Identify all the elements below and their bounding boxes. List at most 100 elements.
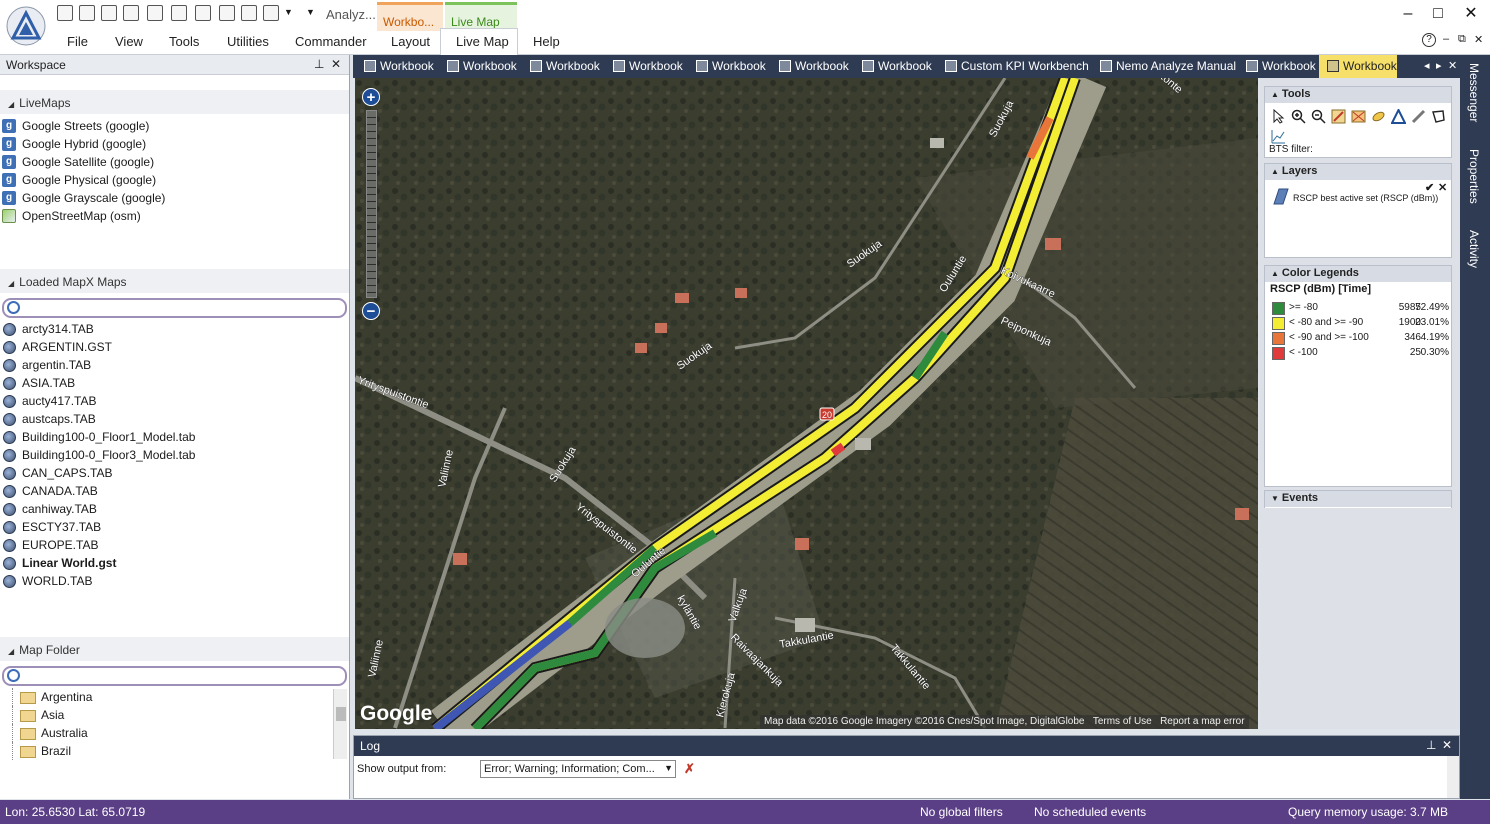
menu-help[interactable]: Help (533, 34, 560, 49)
close-icon[interactable]: ✕ (331, 57, 341, 71)
collapse-triangle-icon[interactable]: ▲ (1271, 269, 1279, 278)
help-icon[interactable]: ? (1422, 33, 1436, 47)
legend-header[interactable]: ▲ Color Legends (1265, 266, 1451, 282)
livemap-item[interactable]: g Google Physical (google) (0, 171, 348, 189)
mapx-item[interactable]: argentin.TAB (0, 356, 348, 374)
layers-header[interactable]: ▲ Layers (1265, 164, 1451, 180)
folder-scrollbar[interactable] (333, 689, 347, 759)
tab-workbook[interactable]: Workbook (1238, 55, 1316, 78)
tab-prev-icon[interactable]: ◂ (1424, 59, 1430, 72)
open-icon[interactable] (57, 5, 73, 21)
graph-icon[interactable] (1271, 129, 1286, 144)
properties-tab[interactable]: Properties (1467, 149, 1481, 204)
zoom-extent-icon[interactable] (1331, 109, 1346, 124)
activity-tab[interactable]: Activity (1467, 230, 1481, 268)
collapse-triangle-icon[interactable]: ◢ (8, 647, 14, 656)
menu-layout[interactable]: Layout (391, 34, 430, 49)
clear-log-icon[interactable]: ✗ (684, 761, 695, 777)
folder-item[interactable]: Argentina (0, 688, 330, 706)
menu-commander[interactable]: Commander (295, 34, 367, 49)
mapx-item[interactable]: ESCTY37.TAB (0, 518, 348, 536)
triangle-icon[interactable] (1391, 109, 1406, 124)
messenger-tab[interactable]: Messenger (1467, 63, 1481, 122)
map-view[interactable]: 20 Suokuja Suokuja Suokuja Suokuja Oulun… (355, 78, 1258, 729)
tab-close-icon[interactable]: ✕ (1448, 59, 1457, 72)
satellite-map[interactable]: 20 Suokuja Suokuja Suokuja Suokuja Oulun… (355, 78, 1258, 729)
tab-workbook[interactable]: Workbook (605, 55, 683, 78)
log-scrollbar[interactable] (1447, 756, 1459, 798)
tab-workbook[interactable]: Workbook (771, 55, 849, 78)
layer-name[interactable]: RSCP best active set (RSCP (dBm)) (1293, 193, 1438, 203)
pin-icon[interactable]: ⊥ (314, 57, 324, 71)
remove-layer-icon[interactable]: ✕ (1438, 181, 1447, 194)
menu-view[interactable]: View (115, 34, 143, 49)
report-error-link[interactable]: Report a map error (1160, 716, 1244, 727)
context-tab-livemap[interactable]: Live Map (445, 2, 517, 31)
legend-row[interactable]: < -80 and >= -90 1900 23.01% (1269, 317, 1449, 331)
zoom-in-button[interactable]: + (362, 88, 380, 106)
window-icon[interactable] (147, 5, 163, 21)
ruler-icon[interactable] (1411, 109, 1426, 124)
mapx-item[interactable]: austcaps.TAB (0, 410, 348, 428)
expand-triangle-icon[interactable]: ▼ (1271, 494, 1279, 503)
maximize-button[interactable]: □ (1424, 3, 1452, 25)
app-logo-icon[interactable] (6, 6, 46, 46)
mapx-item[interactable]: aucty417.TAB (0, 392, 348, 410)
menu-tools[interactable]: Tools (169, 34, 199, 49)
livemap-item[interactable]: g Google Grayscale (google) (0, 189, 348, 207)
mapx-item[interactable]: ASIA.TAB (0, 374, 348, 392)
info-icon[interactable] (219, 5, 235, 21)
mapx-item[interactable]: CAN_CAPS.TAB (0, 464, 348, 482)
qa-dropdown-icon[interactable]: ▼ (284, 7, 293, 17)
zoom-in-icon[interactable] (1291, 109, 1306, 124)
mapx-item[interactable]: Building100-0_Floor3_Model.tab (0, 446, 348, 464)
mapx-item[interactable]: WORLD.TAB (0, 572, 348, 590)
tab-workbook[interactable]: Workbook (356, 55, 434, 78)
mapx-item[interactable]: canhiway.TAB (0, 500, 348, 518)
tab-workbook[interactable]: Nemo Analyze Manual (1092, 55, 1236, 78)
livemap-item[interactable]: g Google Satellite (google) (0, 153, 348, 171)
tab-workbook[interactable]: Workbook (522, 55, 600, 78)
calculator-icon[interactable] (171, 5, 187, 21)
mapx-search-input[interactable] (2, 298, 347, 318)
tab-next-icon[interactable]: ▸ (1436, 59, 1442, 72)
folder-item[interactable]: Australia (0, 724, 330, 742)
tab-workbook[interactable]: Workbook (439, 55, 517, 78)
folder-item[interactable]: Brazil (0, 742, 330, 760)
zoom-out-button[interactable]: − (362, 302, 380, 320)
zoom-out-icon[interactable] (1311, 109, 1326, 124)
collapse-triangle-icon[interactable]: ◢ (8, 100, 14, 109)
copy-icon[interactable] (241, 5, 257, 21)
select-rect-icon[interactable] (1351, 109, 1366, 124)
settings-icon[interactable] (101, 5, 117, 21)
mapx-item[interactable]: arcty314.TAB (0, 320, 348, 338)
mapfolder-search-input[interactable] (2, 666, 347, 686)
collapse-triangle-icon[interactable]: ◢ (8, 279, 14, 288)
events-header[interactable]: ▼ Events (1265, 491, 1451, 507)
sub-close-button[interactable]: ✕ (1474, 33, 1483, 46)
clipboard-icon[interactable] (263, 5, 279, 21)
livemap-item[interactable]: OpenStreetMap (osm) (0, 207, 348, 225)
mapfolder-section-header[interactable]: ◢ Map Folder (0, 637, 349, 661)
pointer-icon[interactable] (1271, 109, 1286, 124)
zoom-slider[interactable] (366, 110, 377, 298)
tab-workbook[interactable]: Workbook (1319, 55, 1397, 78)
mapx-item[interactable]: Building100-0_Floor1_Model.tab (0, 428, 348, 446)
export-icon[interactable] (123, 5, 139, 21)
query-icon[interactable] (195, 5, 211, 21)
scrollbar-thumb[interactable] (336, 707, 346, 721)
sub-restore-button[interactable]: ⧉ (1458, 33, 1466, 46)
print-icon[interactable] (79, 5, 95, 21)
polygon-select-icon[interactable] (1431, 109, 1446, 124)
minimize-button[interactable]: – (1394, 3, 1422, 25)
collapse-triangle-icon[interactable]: ▲ (1271, 167, 1279, 176)
livemaps-section-header[interactable]: ◢ LiveMaps (0, 90, 349, 114)
close-button[interactable]: ✕ (1457, 3, 1485, 25)
close-icon[interactable]: ✕ (1442, 738, 1452, 752)
mapx-item[interactable]: ARGENTIN.GST (0, 338, 348, 356)
search-label[interactable]: Analyz... (326, 7, 376, 22)
legend-row[interactable]: < -100 25 0.30% (1269, 347, 1449, 361)
lasso-icon[interactable] (1371, 109, 1386, 124)
pin-icon[interactable]: ⊥ (1426, 738, 1436, 752)
menu-file[interactable]: File (67, 34, 88, 49)
